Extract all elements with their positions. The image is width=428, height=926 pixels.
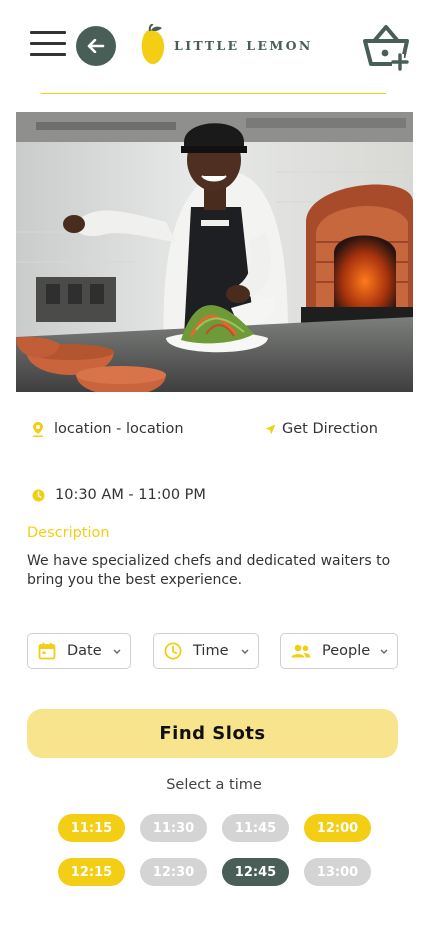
clock-icon	[164, 642, 182, 660]
location-row: location - location	[32, 421, 184, 437]
navigation-arrow-icon	[265, 424, 276, 435]
date-select-label: Date	[67, 643, 102, 659]
opening-hours-text: 10:30 AM - 11:00 PM	[55, 487, 206, 503]
calendar-icon	[38, 642, 56, 660]
time-slot[interactable]: 12:30	[140, 858, 207, 886]
chef-hero-image	[16, 112, 413, 392]
time-slot[interactable]: 11:30	[140, 814, 207, 842]
description-title: Description	[27, 525, 110, 541]
find-slots-button[interactable]: Find Slots	[27, 709, 398, 758]
location-text: location - location	[54, 421, 184, 437]
time-slot[interactable]: 11:15	[58, 814, 125, 842]
little-lemon-logo[interactable]: LITTLE LEMON	[140, 24, 313, 66]
hamburger-icon[interactable]	[30, 31, 66, 57]
get-direction-link[interactable]: Get Direction	[265, 421, 378, 437]
basket-add-icon[interactable]	[362, 24, 412, 72]
time-slot[interactable]: 12:00	[304, 814, 371, 842]
clock-icon	[32, 489, 45, 502]
get-direction-label: Get Direction	[282, 421, 378, 437]
time-slot[interactable]: 13:00	[304, 858, 371, 886]
description-text: We have specialized chefs and dedicated …	[27, 553, 391, 588]
time-select[interactable]: Time	[153, 633, 259, 669]
time-select-label: Time	[193, 643, 229, 659]
date-select[interactable]: Date	[27, 633, 131, 669]
chevron-down-icon	[241, 649, 249, 654]
chevron-down-icon	[113, 649, 121, 654]
people-icon	[291, 644, 311, 658]
people-select[interactable]: People	[280, 633, 398, 669]
lemon-icon	[141, 24, 165, 65]
app-header: LITTLE LEMON	[0, 0, 428, 94]
time-slot[interactable]: 12:15	[58, 858, 125, 886]
chevron-down-icon	[380, 649, 388, 654]
time-slot[interactable]: 12:45	[222, 858, 289, 886]
brand-name: LITTLE LEMON	[174, 37, 313, 53]
select-time-label: Select a time	[166, 777, 262, 793]
people-select-label: People	[322, 643, 371, 659]
header-divider	[41, 93, 386, 94]
arrow-left-icon	[87, 39, 105, 53]
opening-hours-row: 10:30 AM - 11:00 PM	[32, 487, 206, 503]
map-pin-icon	[32, 421, 44, 437]
time-slot[interactable]: 11:45	[222, 814, 289, 842]
back-button[interactable]	[76, 26, 116, 66]
